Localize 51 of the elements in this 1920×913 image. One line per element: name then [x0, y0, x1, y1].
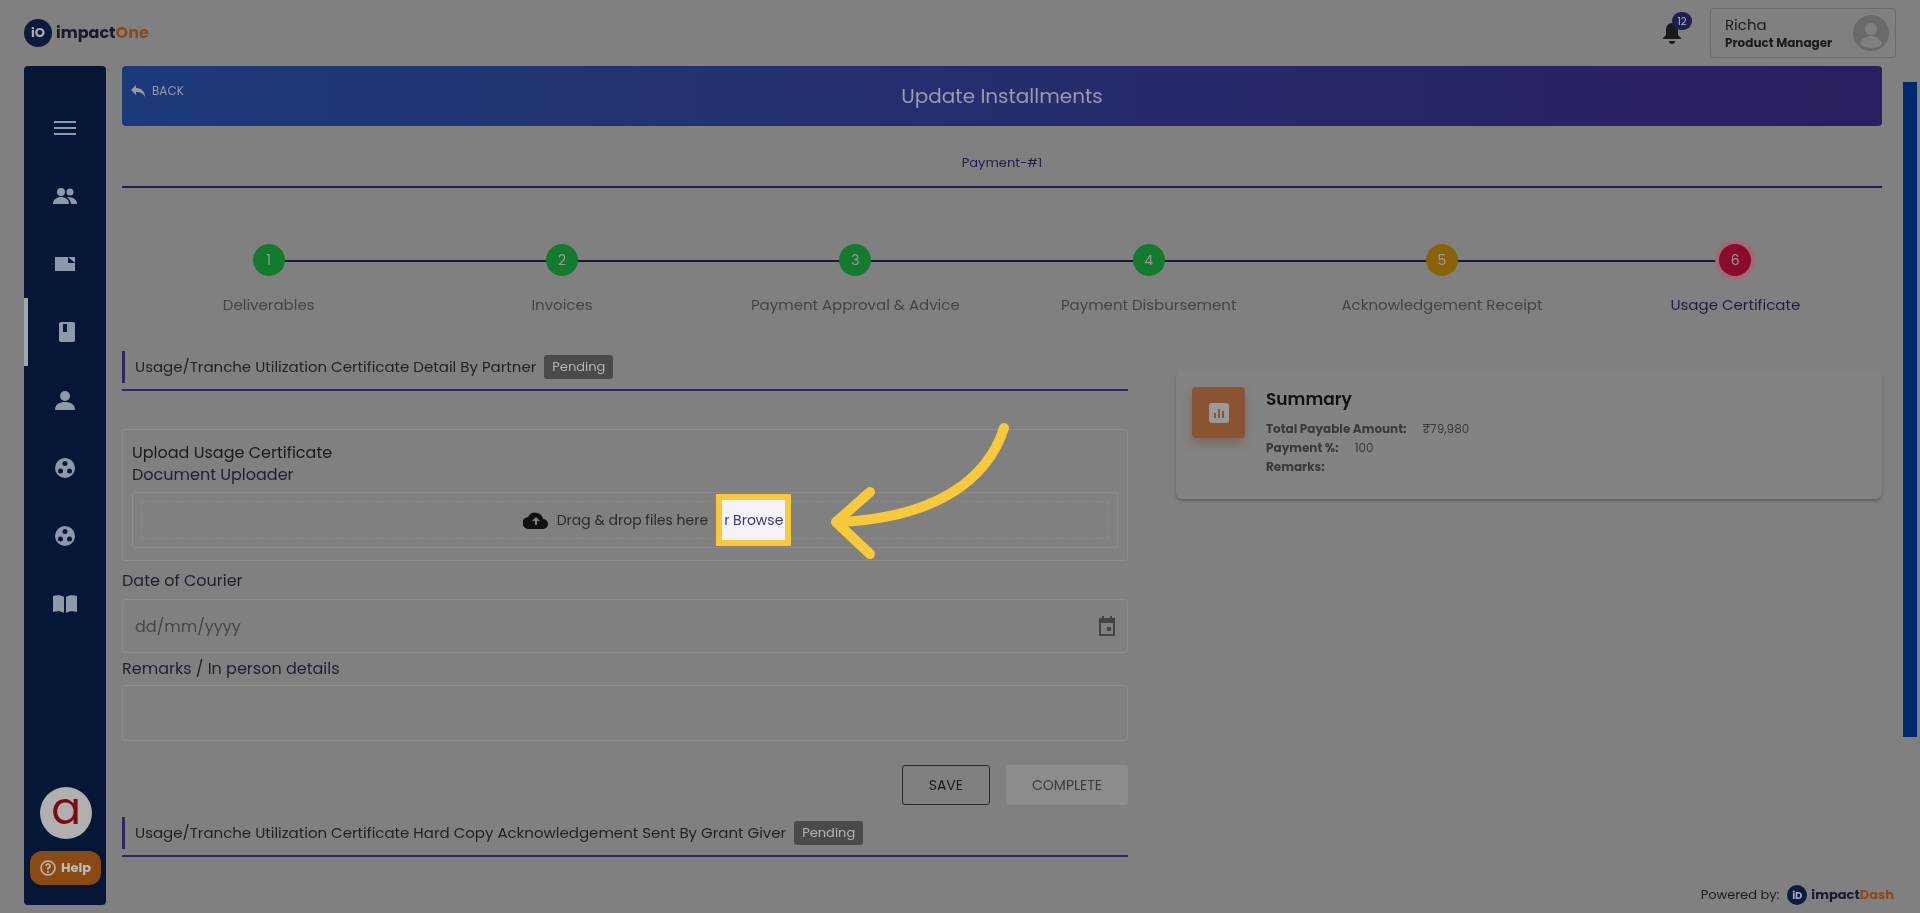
step-label: Payment Approval & Advice	[750, 294, 960, 317]
status-badge: Pending	[794, 821, 864, 845]
brand-text: impactDash	[1811, 885, 1894, 905]
help-button[interactable]: Help	[30, 851, 102, 885]
drop-text: Drag & drop files here	[556, 509, 709, 531]
summary-value: 100	[1354, 437, 1374, 457]
section-title: Usage/Tranche Utilization Certificate Detail By Partner	[135, 355, 537, 379]
user-role: Product Manager	[1725, 34, 1833, 51]
step-label: Deliverables	[222, 294, 315, 317]
logo-mark: iO	[24, 19, 52, 47]
summary-label: Payment %:	[1266, 437, 1339, 457]
payment-tab[interactable]: Payment-#1	[961, 152, 1043, 172]
group-icon[interactable]	[54, 525, 76, 547]
field-label: Date of Courier	[122, 569, 244, 593]
bar-chart-icon	[1208, 402, 1229, 423]
date-field[interactable]: dd/mm/yyyy	[122, 599, 1128, 653]
reply-arrow-icon	[130, 84, 146, 98]
summary-value: ₹79,980	[1422, 418, 1470, 438]
step-label: Payment Disbursement	[1060, 294, 1237, 317]
step-label: Usage Certificate	[1670, 294, 1801, 317]
summary-label: Total Payable Amount:	[1266, 418, 1407, 438]
open-book-icon[interactable]	[52, 594, 78, 614]
step-label: Invoices	[531, 294, 593, 317]
upload-subtitle: Document Uploader	[132, 464, 295, 486]
scrollbar-thumb[interactable]	[1903, 82, 1917, 737]
people-icon[interactable]	[52, 187, 78, 205]
logo-text: impactOne	[56, 21, 149, 45]
powered-by-label: Powered by:	[1700, 885, 1780, 905]
drop-zone[interactable]: Drag & drop files here r Browse	[132, 492, 1118, 548]
book-icon[interactable]	[58, 321, 76, 343]
person-icon[interactable]	[55, 390, 75, 410]
help-icon	[40, 860, 56, 876]
menu-icon[interactable]	[54, 120, 76, 136]
back-button[interactable]: BACK	[130, 82, 184, 100]
summary-label: Remarks:	[1266, 456, 1325, 476]
brand-mark: iD	[1787, 885, 1808, 905]
summary-title: Summary	[1266, 387, 1353, 413]
notification-count: 12	[1672, 12, 1692, 30]
field-label: Remarks / In person details	[122, 657, 341, 681]
step-label: Acknowledgement Receipt	[1341, 294, 1543, 317]
user-profile-button[interactable]: Richa Product Manager	[1710, 8, 1896, 58]
action-button[interactable]: SAVE	[901, 765, 991, 805]
group-icon[interactable]	[54, 457, 76, 479]
upload-title: Upload Usage Certificate	[132, 442, 334, 464]
folder-icon[interactable]	[54, 255, 76, 273]
calendar-icon[interactable]	[1098, 616, 1116, 636]
section-title: Usage/Tranche Utilization Certificate Hard Copy Acknowledgement Sent By Grant Giver	[135, 821, 787, 845]
user-name: Richa	[1725, 15, 1768, 35]
page-title: Update Installments	[901, 81, 1103, 111]
status-badge: Pending	[544, 355, 614, 379]
cloud-upload-icon	[522, 511, 549, 529]
